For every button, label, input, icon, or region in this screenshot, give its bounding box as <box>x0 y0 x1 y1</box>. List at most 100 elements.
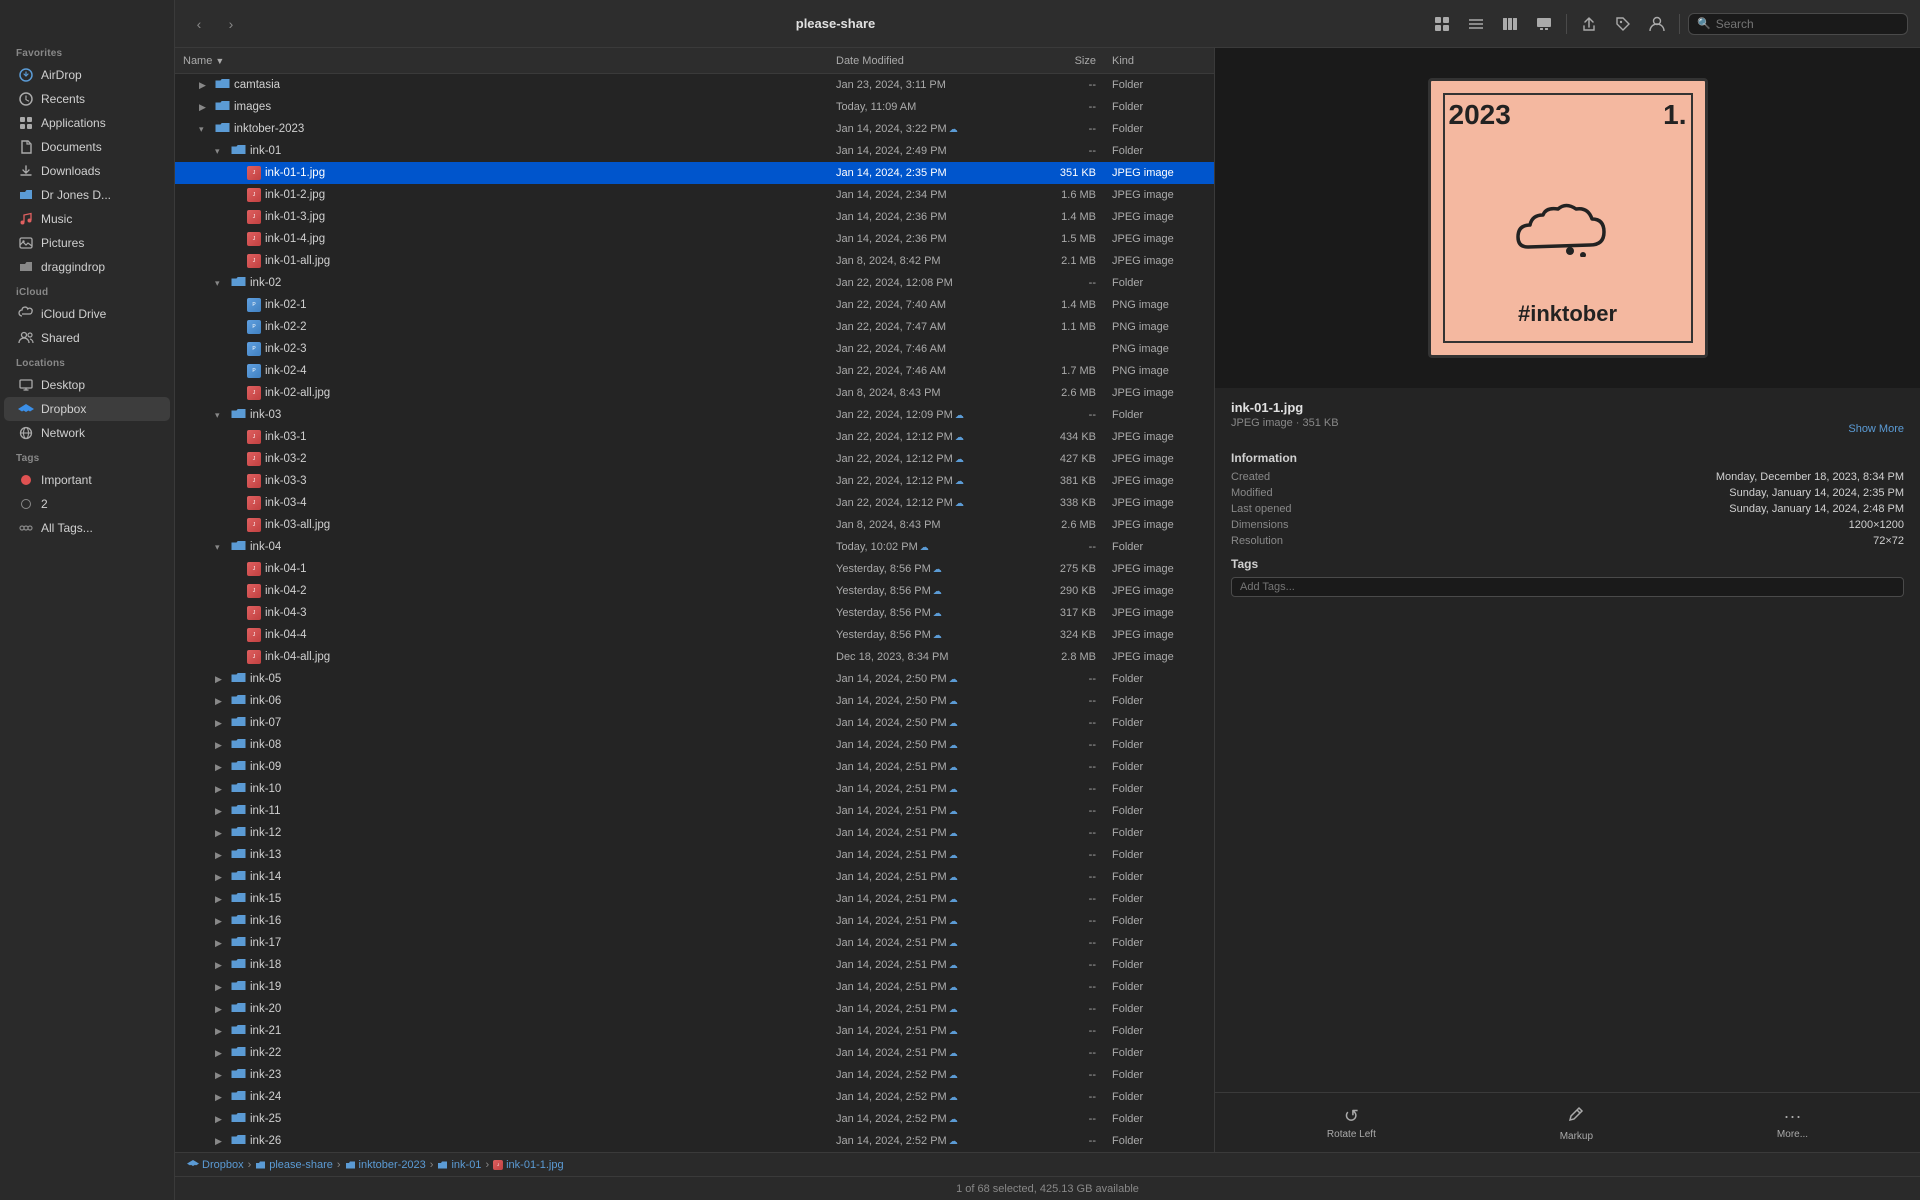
search-box[interactable]: 🔍 <box>1688 13 1908 35</box>
table-row[interactable]: J ink-01-all.jpg Jan 8, 2024, 8:42 PM 2.… <box>175 250 1214 272</box>
table-row[interactable]: J ink-01-3.jpg Jan 14, 2024, 2:36 PM 1.4… <box>175 206 1214 228</box>
sidebar-item-icloud-drive[interactable]: iCloud Drive <box>4 302 170 326</box>
table-row[interactable]: ▶ camtasia Jan 23, 2024, 3:11 PM -- Fold… <box>175 74 1214 96</box>
table-row[interactable]: ▶ ink-19 Jan 14, 2024, 2:51 PM☁ -- Folde… <box>175 976 1214 998</box>
table-row[interactable]: J ink-04-2 Yesterday, 8:56 PM☁ 290 KB JP… <box>175 580 1214 602</box>
table-row[interactable]: ▶ ink-22 Jan 14, 2024, 2:51 PM☁ -- Folde… <box>175 1042 1214 1064</box>
sidebar-item-recents[interactable]: Recents <box>4 87 170 111</box>
sidebar-item-desktop[interactable]: Desktop <box>4 373 170 397</box>
table-row[interactable]: ▶ ink-06 Jan 14, 2024, 2:50 PM☁ -- Folde… <box>175 690 1214 712</box>
sidebar-item-pictures[interactable]: Pictures <box>4 231 170 255</box>
chevron-icon: ▶ <box>215 1026 227 1037</box>
table-row[interactable]: ▶ ink-18 Jan 14, 2024, 2:51 PM☁ -- Folde… <box>175 954 1214 976</box>
table-row[interactable]: ▶ ink-23 Jan 14, 2024, 2:52 PM☁ -- Folde… <box>175 1064 1214 1086</box>
breadcrumb-dropbox[interactable]: Dropbox <box>187 1159 244 1171</box>
table-row[interactable]: ▶ ink-05 Jan 14, 2024, 2:50 PM☁ -- Folde… <box>175 668 1214 690</box>
back-button[interactable]: ‹ <box>187 12 211 36</box>
sidebar-item-tag-2[interactable]: 2 <box>4 492 170 516</box>
row-kind: Folder <box>1096 277 1206 289</box>
chevron-icon: ▶ <box>215 1070 227 1081</box>
icloud-sync-icon: ☁ <box>949 1004 958 1014</box>
user-button[interactable] <box>1643 10 1671 38</box>
sidebar-item-draggindrop[interactable]: draggindrop <box>4 255 170 279</box>
sidebar-item-dropbox[interactable]: Dropbox <box>4 397 170 421</box>
table-row[interactable]: ▶ ink-10 Jan 14, 2024, 2:51 PM☁ -- Folde… <box>175 778 1214 800</box>
table-row[interactable]: J ink-04-4 Yesterday, 8:56 PM☁ 324 KB JP… <box>175 624 1214 646</box>
col-header-kind[interactable]: Kind <box>1096 55 1206 67</box>
table-row[interactable]: ▶ ink-17 Jan 14, 2024, 2:51 PM☁ -- Folde… <box>175 932 1214 954</box>
info-row-dimensions: Dimensions 1200×1200 <box>1231 519 1904 531</box>
view-icon-grid[interactable] <box>1428 10 1456 38</box>
table-row[interactable]: ▾ ink-02 Jan 22, 2024, 12:08 PM -- Folde… <box>175 272 1214 294</box>
table-row[interactable]: J ink-03-1 Jan 22, 2024, 12:12 PM☁ 434 K… <box>175 426 1214 448</box>
table-row[interactable]: ▶ ink-12 Jan 14, 2024, 2:51 PM☁ -- Folde… <box>175 822 1214 844</box>
search-input[interactable] <box>1716 17 1899 31</box>
table-row[interactable]: P ink-02-3 Jan 22, 2024, 7:46 AM PNG ima… <box>175 338 1214 360</box>
col-header-name[interactable]: Name ▼ <box>183 55 836 67</box>
tags-input[interactable] <box>1231 577 1904 597</box>
table-row[interactable]: J ink-03-2 Jan 22, 2024, 12:12 PM☁ 427 K… <box>175 448 1214 470</box>
sidebar-item-downloads[interactable]: Downloads <box>4 159 170 183</box>
table-row[interactable]: J ink-01-4.jpg Jan 14, 2024, 2:36 PM 1.5… <box>175 228 1214 250</box>
tag-button[interactable] <box>1609 10 1637 38</box>
forward-button[interactable]: › <box>219 12 243 36</box>
show-more-link[interactable]: Show More <box>1848 423 1904 435</box>
share-button[interactable] <box>1575 10 1603 38</box>
view-icon-columns[interactable] <box>1496 10 1524 38</box>
table-row[interactable]: ▶ ink-14 Jan 14, 2024, 2:51 PM☁ -- Folde… <box>175 866 1214 888</box>
table-row[interactable]: ▶ ink-24 Jan 14, 2024, 2:52 PM☁ -- Folde… <box>175 1086 1214 1108</box>
markup-button[interactable]: Markup <box>1560 1104 1593 1142</box>
table-row[interactable]: J ink-01-2.jpg Jan 14, 2024, 2:34 PM 1.6… <box>175 184 1214 206</box>
rotate-left-button[interactable]: ↺ Rotate Left <box>1327 1106 1376 1140</box>
row-name: ▶ ink-11 <box>183 803 836 819</box>
table-row[interactable]: J ink-01-1.jpg Jan 14, 2024, 2:35 PM 351… <box>175 162 1214 184</box>
table-row[interactable]: J ink-03-4 Jan 22, 2024, 12:12 PM☁ 338 K… <box>175 492 1214 514</box>
view-icon-list[interactable] <box>1462 10 1490 38</box>
table-row[interactable]: P ink-02-1 Jan 22, 2024, 7:40 AM 1.4 MB … <box>175 294 1214 316</box>
table-row[interactable]: ▶ ink-20 Jan 14, 2024, 2:51 PM☁ -- Folde… <box>175 998 1214 1020</box>
sidebar-item-dr-jones[interactable]: Dr Jones D... <box>4 183 170 207</box>
table-row[interactable]: ▾ ink-01 Jan 14, 2024, 2:49 PM -- Folder <box>175 140 1214 162</box>
breadcrumb-ink-01[interactable]: ink-01 <box>437 1159 481 1171</box>
file-rows[interactable]: ▶ camtasia Jan 23, 2024, 3:11 PM -- Fold… <box>175 74 1214 1152</box>
table-row[interactable]: J ink-03-all.jpg Jan 8, 2024, 8:43 PM 2.… <box>175 514 1214 536</box>
table-row[interactable]: ▶ ink-11 Jan 14, 2024, 2:51 PM☁ -- Folde… <box>175 800 1214 822</box>
table-row[interactable]: ▾ inktober-2023 Jan 14, 2024, 3:22 PM☁ -… <box>175 118 1214 140</box>
table-row[interactable]: ▶ ink-26 Jan 14, 2024, 2:52 PM☁ -- Folde… <box>175 1130 1214 1152</box>
table-row[interactable]: ▶ ink-08 Jan 14, 2024, 2:50 PM☁ -- Folde… <box>175 734 1214 756</box>
table-row[interactable]: ▶ ink-15 Jan 14, 2024, 2:51 PM☁ -- Folde… <box>175 888 1214 910</box>
table-row[interactable]: ▶ ink-09 Jan 14, 2024, 2:51 PM☁ -- Folde… <box>175 756 1214 778</box>
table-row[interactable]: ▶ ink-21 Jan 14, 2024, 2:51 PM☁ -- Folde… <box>175 1020 1214 1042</box>
col-header-size[interactable]: Size <box>1016 55 1096 67</box>
table-row[interactable]: J ink-04-3 Yesterday, 8:56 PM☁ 317 KB JP… <box>175 602 1214 624</box>
table-row[interactable]: J ink-03-3 Jan 22, 2024, 12:12 PM☁ 381 K… <box>175 470 1214 492</box>
more-button[interactable]: ··· More... <box>1777 1106 1808 1140</box>
col-header-date[interactable]: Date Modified <box>836 55 1016 67</box>
sidebar-item-all-tags[interactable]: All Tags... <box>4 516 170 540</box>
breadcrumb-ink-01-1[interactable]: J ink-01-1.jpg <box>493 1159 563 1171</box>
row-label: ink-01-4.jpg <box>265 233 325 245</box>
sidebar-item-applications[interactable]: Applications <box>4 111 170 135</box>
table-row[interactable]: P ink-02-4 Jan 22, 2024, 7:46 AM 1.7 MB … <box>175 360 1214 382</box>
sidebar-item-documents[interactable]: Documents <box>4 135 170 159</box>
sidebar-item-network[interactable]: Network <box>4 421 170 445</box>
table-row[interactable]: J ink-04-1 Yesterday, 8:56 PM☁ 275 KB JP… <box>175 558 1214 580</box>
file-icon <box>231 539 246 555</box>
sidebar-item-important-tag[interactable]: Important <box>4 468 170 492</box>
view-icon-gallery[interactable] <box>1530 10 1558 38</box>
breadcrumb-please-share[interactable]: please-share <box>255 1159 333 1171</box>
table-row[interactable]: ▾ ink-04 Today, 10:02 PM☁ -- Folder <box>175 536 1214 558</box>
table-row[interactable]: P ink-02-2 Jan 22, 2024, 7:47 AM 1.1 MB … <box>175 316 1214 338</box>
table-row[interactable]: ▶ ink-13 Jan 14, 2024, 2:51 PM☁ -- Folde… <box>175 844 1214 866</box>
table-row[interactable]: ▶ ink-07 Jan 14, 2024, 2:50 PM☁ -- Folde… <box>175 712 1214 734</box>
table-row[interactable]: J ink-02-all.jpg Jan 8, 2024, 8:43 PM 2.… <box>175 382 1214 404</box>
sidebar-item-airdrop[interactable]: AirDrop <box>4 63 170 87</box>
table-row[interactable]: ▶ ink-25 Jan 14, 2024, 2:52 PM☁ -- Folde… <box>175 1108 1214 1130</box>
table-row[interactable]: ▾ ink-03 Jan 22, 2024, 12:09 PM☁ -- Fold… <box>175 404 1214 426</box>
breadcrumb-inktober[interactable]: inktober-2023 <box>345 1159 426 1171</box>
table-row[interactable]: ▶ ink-16 Jan 14, 2024, 2:51 PM☁ -- Folde… <box>175 910 1214 932</box>
table-row[interactable]: ▶ images Today, 11:09 AM -- Folder <box>175 96 1214 118</box>
table-row[interactable]: J ink-04-all.jpg Dec 18, 2023, 8:34 PM 2… <box>175 646 1214 668</box>
sidebar-item-music[interactable]: Music <box>4 207 170 231</box>
sidebar-item-shared[interactable]: Shared <box>4 326 170 350</box>
